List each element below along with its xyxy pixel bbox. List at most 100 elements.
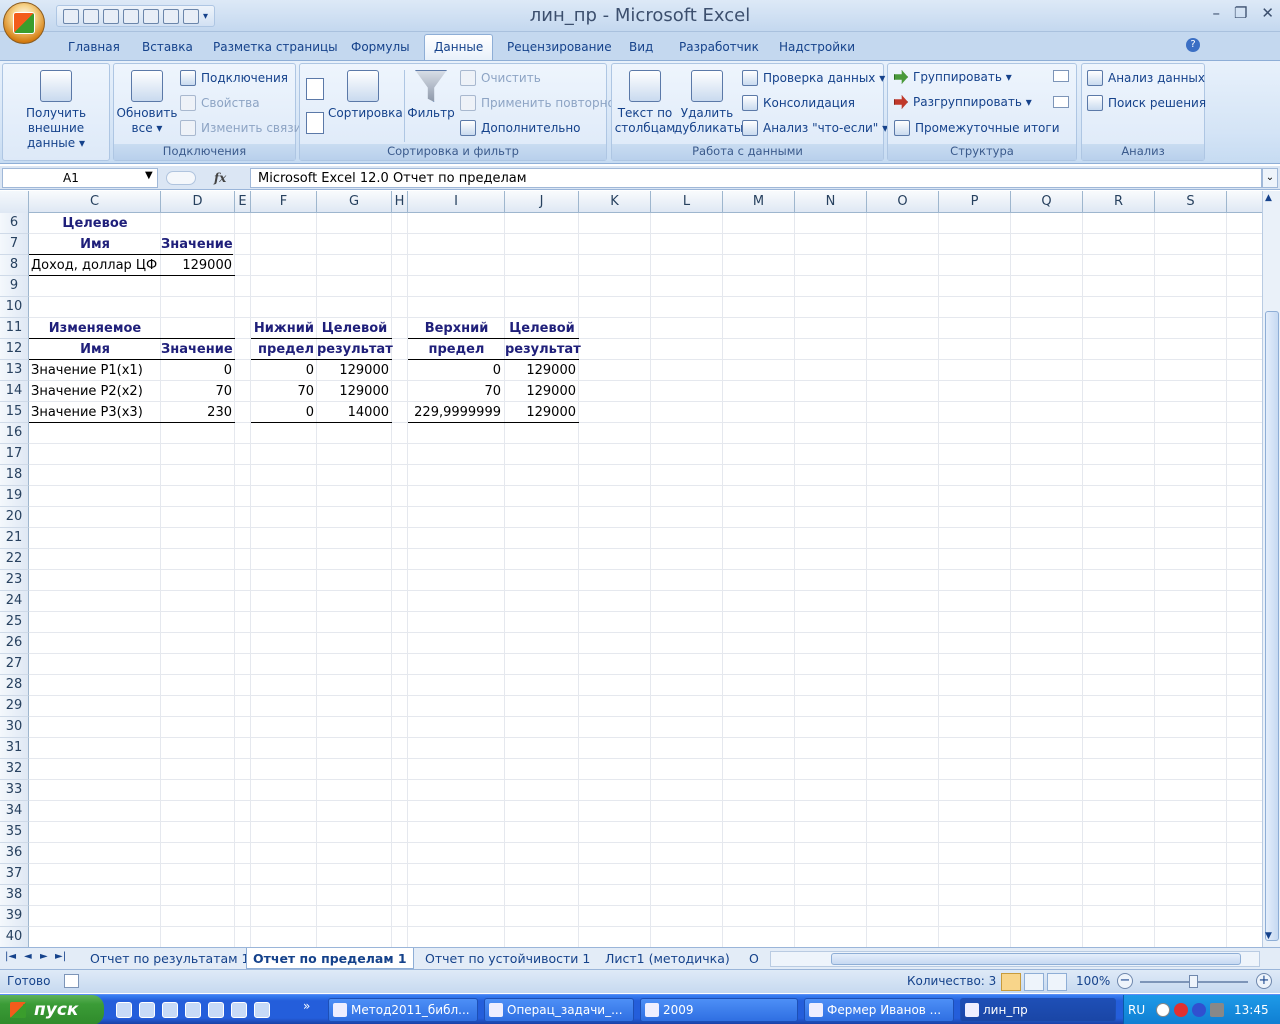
taskbar-item[interactable]: Операц_задачи_... (484, 998, 634, 1022)
row-header[interactable]: 17 (0, 444, 29, 465)
row-header[interactable]: 23 (0, 570, 29, 591)
tab-insert[interactable]: Вставка (142, 40, 193, 54)
tab-page-layout[interactable]: Разметка страницы (213, 40, 338, 54)
tab-addins[interactable]: Надстройки (779, 40, 855, 54)
media-player-icon[interactable] (139, 1002, 155, 1018)
row-header[interactable]: 29 (0, 696, 29, 717)
remove-duplicates-button[interactable]: Удалить дубликаты (674, 70, 743, 136)
cell-var-lower-target[interactable]: 129000 (317, 381, 392, 402)
subtotal-button[interactable]: Промежуточные итоги (894, 120, 1060, 136)
taskbar-item[interactable]: Метод2011_библ... (328, 998, 478, 1022)
row-header[interactable]: 13 (0, 360, 29, 381)
taskbar-item[interactable]: Фермер Иванов ... (804, 998, 954, 1022)
close-button[interactable]: ✕ (1261, 4, 1274, 22)
row-header[interactable]: 30 (0, 717, 29, 738)
next-sheet-icon[interactable]: ► (40, 951, 48, 962)
chrome-icon[interactable] (231, 1002, 247, 1018)
row-header[interactable]: 10 (0, 297, 29, 318)
taskbar-item-active[interactable]: лин_пр (960, 998, 1116, 1022)
row-header[interactable]: 31 (0, 738, 29, 759)
office-button[interactable] (3, 2, 45, 44)
tray-antivirus-icon[interactable] (1174, 1003, 1188, 1017)
sheet-tab-limits[interactable]: Отчет по пределам 1 (246, 948, 414, 969)
cell-var-upper-target[interactable]: 129000 (505, 360, 579, 381)
consolidate-button[interactable]: Консолидация (742, 95, 855, 111)
cell-target-value-header[interactable]: Значение (161, 234, 233, 255)
row-header[interactable]: 28 (0, 675, 29, 696)
tray-bluetooth-icon[interactable] (1192, 1003, 1206, 1017)
cell-lower-target-header-2[interactable]: результат (317, 339, 393, 360)
cell-upper-target-header-1[interactable]: Целевой (505, 318, 579, 339)
last-sheet-icon[interactable]: ►| (55, 951, 66, 962)
cell-upper-target-header-2[interactable]: результат (505, 339, 581, 360)
language-indicator[interactable]: RU (1128, 1003, 1145, 1017)
expand-formula-bar-icon[interactable]: ⌄ (1262, 168, 1278, 188)
tab-view[interactable]: Вид (629, 40, 653, 54)
row-header[interactable]: 12 (0, 339, 29, 360)
help-icon[interactable]: ? (1186, 38, 1200, 52)
column-header[interactable]: F (251, 191, 317, 213)
cell-var-lower[interactable]: 0 (251, 360, 317, 381)
sheet-tab-results[interactable]: Отчет по результатам 1 (84, 948, 256, 969)
row-header[interactable]: 21 (0, 528, 29, 549)
text-to-columns-button[interactable]: Текст по столбцам (614, 70, 676, 136)
row-header[interactable]: 37 (0, 864, 29, 885)
cell-var-header[interactable]: Изменяемое (29, 318, 161, 339)
select-all-corner[interactable] (0, 191, 29, 213)
row-header[interactable]: 7 (0, 234, 29, 255)
cell-var-lower[interactable]: 70 (251, 381, 317, 402)
cell-target-value[interactable]: 129000 (161, 255, 235, 276)
refresh-all-button[interactable]: Обновить все ▾ (116, 70, 178, 136)
cell-target-name[interactable]: Доход, доллар ЦФ (29, 255, 161, 276)
vertical-scrollbar[interactable]: ▲ ▼ (1262, 191, 1280, 947)
advanced-filter-button[interactable]: Дополнительно (460, 120, 581, 136)
cell-var-name[interactable]: Значение Р2(x2) (29, 381, 161, 402)
show-detail-icon[interactable] (1053, 70, 1069, 82)
column-header[interactable]: I (408, 191, 505, 213)
minimize-button[interactable]: – (1212, 4, 1220, 22)
row-header[interactable]: 14 (0, 381, 29, 402)
page-layout-view-button[interactable] (1024, 973, 1044, 991)
data-validation-button[interactable]: Проверка данных ▾ (742, 70, 885, 86)
cell-upper-header-2[interactable]: предел (408, 339, 505, 360)
cell-lower-header-2[interactable]: предел (251, 339, 317, 360)
data-analysis-button[interactable]: Анализ данных (1087, 70, 1205, 86)
calculator-icon[interactable] (185, 1002, 201, 1018)
row-header[interactable]: 40 (0, 927, 29, 947)
column-header[interactable]: C (29, 191, 161, 213)
connections-button[interactable]: Подключения (180, 70, 288, 86)
column-header[interactable]: N (795, 191, 867, 213)
first-sheet-icon[interactable]: |◄ (5, 951, 16, 962)
worksheet-grid[interactable]: C D E F G H I J K L M N O P Q R S Целево… (0, 191, 1262, 947)
cell-var-value[interactable]: 230 (161, 402, 235, 423)
cell-var-upper[interactable]: 70 (408, 381, 505, 402)
vertical-scroll-thumb[interactable] (1265, 311, 1279, 941)
column-header[interactable]: G (317, 191, 392, 213)
cell-var-name[interactable]: Значение Р1(x1) (29, 360, 161, 381)
prev-sheet-icon[interactable]: ◄ (24, 951, 32, 962)
cell-var-upper-target[interactable]: 129000 (505, 381, 579, 402)
row-header[interactable]: 18 (0, 465, 29, 486)
taskbar-item[interactable]: 2009 (640, 998, 798, 1022)
row-header[interactable]: 11 (0, 318, 29, 339)
row-header[interactable]: 36 (0, 843, 29, 864)
clear-filter-button[interactable]: Очистить (460, 70, 541, 86)
edit-links-button[interactable]: Изменить связи (180, 120, 301, 136)
sort-button[interactable]: Сортировка (328, 70, 403, 121)
row-header[interactable]: 33 (0, 780, 29, 801)
name-box[interactable]: A1 (2, 168, 158, 188)
macro-record-icon[interactable] (64, 974, 79, 988)
pencil-icon[interactable] (162, 1002, 178, 1018)
cell-var-lower[interactable]: 0 (251, 402, 317, 423)
row-header[interactable]: 32 (0, 759, 29, 780)
zoom-in-icon[interactable]: + (1256, 973, 1272, 989)
cell-var-name[interactable]: Значение Р3(x3) (29, 402, 161, 423)
scroll-up-icon[interactable]: ▲ (1265, 193, 1272, 203)
cell-var-value-header[interactable]: Значение (161, 339, 235, 360)
tab-home[interactable]: Главная (68, 40, 120, 54)
row-header[interactable]: 27 (0, 654, 29, 675)
zoom-level[interactable]: 100% (1076, 974, 1110, 988)
properties-button[interactable]: Свойства (180, 95, 260, 111)
formula-input[interactable]: Microsoft Excel 12.0 Отчет по пределам (250, 168, 1262, 188)
tray-keyboard-icon[interactable] (1210, 1003, 1224, 1017)
